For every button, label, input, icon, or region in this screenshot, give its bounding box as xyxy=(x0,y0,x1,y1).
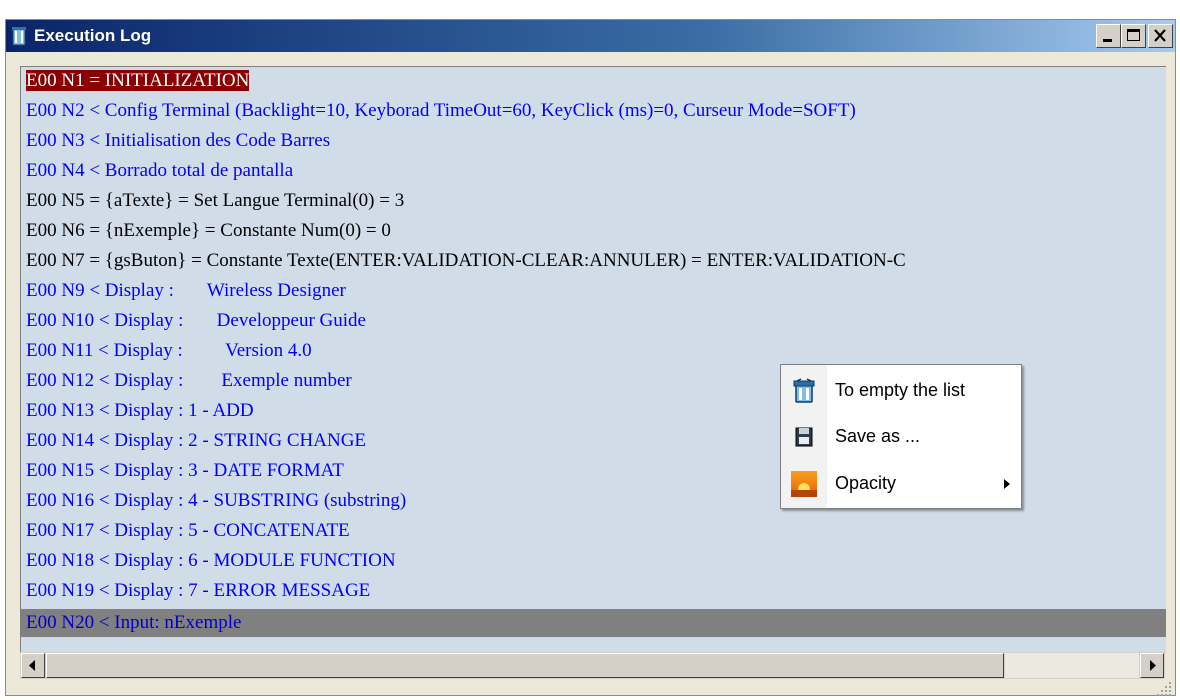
maximize-icon xyxy=(1127,29,1140,41)
menu-item-save-as[interactable]: Save as ... xyxy=(781,415,1021,459)
trash-bin-icon xyxy=(12,27,26,46)
scroll-thumb[interactable] xyxy=(46,653,1004,678)
log-row-current[interactable]: E00 N20 < Input: nExemple xyxy=(21,609,1166,637)
menu-item-opacity[interactable]: Opacity xyxy=(781,462,1021,506)
horizontal-scrollbar[interactable] xyxy=(20,652,1165,679)
menu-item-empty-list[interactable]: To empty the list xyxy=(781,369,1021,413)
log-row[interactable]: E00 N6 = {nExemple} = Constante Num(0) =… xyxy=(21,217,1166,245)
log-row[interactable]: E00 N1 = INITIALIZATION xyxy=(21,67,1166,95)
log-row-text: E00 N1 = INITIALIZATION xyxy=(26,70,250,91)
floppy-disk-icon xyxy=(795,427,813,447)
log-row[interactable]: E00 N5 = {aTexte} = Set Langue Terminal(… xyxy=(21,187,1166,215)
title-bar[interactable]: Execution Log xyxy=(6,20,1175,52)
window-title: Execution Log xyxy=(34,26,152,45)
log-row[interactable]: E00 N19 < Display : 7 - ERROR MESSAGE xyxy=(21,577,1166,605)
menu-item-label: To empty the list xyxy=(835,380,966,400)
scroll-right-arrow-icon xyxy=(1150,660,1156,671)
log-row[interactable]: E00 N18 < Display : 6 - MODULE FUNCTION xyxy=(21,547,1166,575)
log-row[interactable]: E00 N11 < Display : Version 4.0 xyxy=(21,337,1166,365)
log-row[interactable]: E00 N7 = {gsButon} = Constante Texte(ENT… xyxy=(21,247,1166,275)
trash-bin-icon xyxy=(793,378,815,403)
menu-item-label: Opacity xyxy=(835,473,897,493)
log-row[interactable]: E00 N2 < Config Terminal (Backlight=10, … xyxy=(21,97,1166,125)
scroll-track[interactable] xyxy=(1005,653,1139,678)
menu-item-label: Save as ... xyxy=(835,426,921,446)
submenu-arrow-icon xyxy=(1004,479,1010,489)
execution-log-list[interactable]: E00 N1 = INITIALIZATION E00 N2 < Config … xyxy=(20,66,1166,654)
minimize-button[interactable] xyxy=(1096,24,1121,48)
maximize-button[interactable] xyxy=(1121,24,1146,48)
log-row[interactable]: E00 N9 < Display : Wireless Designer xyxy=(21,277,1166,305)
resize-grip-icon[interactable] xyxy=(1155,680,1173,698)
context-menu: To empty the list Save as ... Opacity xyxy=(780,364,1022,509)
log-row[interactable]: E00 N4 < Borrado total de pantalla xyxy=(21,157,1166,185)
log-row[interactable]: E00 N3 < Initialisation des Code Barres xyxy=(21,127,1166,155)
close-button[interactable] xyxy=(1148,24,1173,48)
scroll-right-button[interactable] xyxy=(1140,653,1164,678)
sunset-icon xyxy=(791,471,817,497)
minimize-icon xyxy=(1103,39,1112,42)
close-icon xyxy=(1154,29,1166,42)
scroll-left-button[interactable] xyxy=(21,653,45,678)
log-row[interactable]: E00 N17 < Display : 5 - CONCATENATE xyxy=(21,517,1166,545)
log-row[interactable]: E00 N10 < Display : Developpeur Guide xyxy=(21,307,1166,335)
scroll-left-arrow-icon xyxy=(29,660,35,671)
